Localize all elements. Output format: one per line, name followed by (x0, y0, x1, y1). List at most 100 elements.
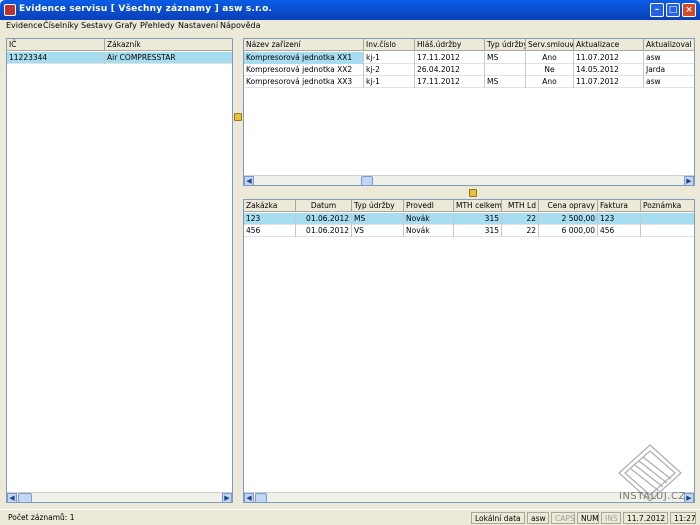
cell-provedl: Novák (404, 213, 454, 225)
cell-datum: 01.06.2012 (296, 225, 352, 237)
cell-inv: kj-1 (364, 52, 415, 64)
cell-aktualizoval: asw (646, 53, 661, 62)
col-aktualizoval[interactable]: Aktualizoval (644, 39, 694, 51)
status-bar: Počet záznamů: 1 Lokální data asw CAPS N… (0, 509, 700, 525)
cell-cena: 2 500,00 (539, 213, 598, 225)
customers-hscroll[interactable]: ◀ ▶ (7, 492, 232, 502)
title-bar[interactable]: Evidence servisu [ Všechny záznamy ] asw… (0, 0, 700, 20)
orders-header: Zakázka Datum Typ údržby Provedl MTH cel… (244, 200, 694, 212)
cell-mth-celkem: 315 (454, 225, 502, 237)
watermark-text: INSTALUJ.CZ (619, 491, 686, 502)
col-mth-celkem[interactable]: MTH celkem (454, 200, 502, 212)
cell-nazev: Kompresorová jednotka XX2 (244, 64, 364, 76)
status-record-count: Počet záznamů: 1 (8, 513, 75, 522)
cell-typ: MS (352, 213, 404, 225)
col-aktualizace[interactable]: Aktualizace (574, 39, 644, 51)
device-row[interactable]: Kompresorová jednotka XX2 kj-2 26.04.201… (244, 64, 694, 76)
col-poznamka[interactable]: Poznámka (641, 200, 694, 212)
cell-smlouva: Ano (526, 76, 574, 88)
scroll-thumb[interactable] (255, 493, 267, 502)
cell-faktura: 123 (598, 213, 641, 225)
status-ins: INS (601, 512, 621, 524)
customers-header: IČ Zákazník (7, 39, 232, 51)
col-inv-cislo[interactable]: Inv.číslo (364, 39, 415, 51)
cell-cena: 6 000,00 (539, 225, 598, 237)
col-faktura[interactable]: Faktura (598, 200, 641, 212)
devices-hscroll[interactable]: ◀ ▶ (244, 175, 694, 185)
minimize-button[interactable]: – (650, 3, 664, 17)
scroll-left-icon[interactable]: ◀ (244, 176, 254, 185)
col-nazev-zarizeni[interactable]: Název zařízení (244, 39, 364, 51)
cell-typ: MS (485, 52, 526, 64)
cell-nazev: Kompresorová jednotka XX1 (244, 52, 364, 64)
cell-aktualizace: 11.07.2012 (574, 76, 644, 88)
cell-ic: 11223344 (7, 52, 105, 64)
col-zakaznik[interactable]: Zákazník (105, 39, 232, 51)
cell-hlas: 17.11.2012 (415, 52, 485, 64)
status-user: asw (527, 512, 549, 524)
cell-datum: 01.06.2012 (296, 213, 352, 225)
menu-nastaveni[interactable]: Nastavení (178, 21, 218, 30)
scroll-left-icon[interactable]: ◀ (244, 493, 254, 502)
col-mth-ld[interactable]: MTH Ld (502, 200, 539, 212)
col-cena-opravy[interactable]: Cena opravy (539, 200, 598, 212)
cell-typ: VS (352, 225, 404, 237)
device-row[interactable]: Kompresorová jednotka XX3 kj-1 17.11.201… (244, 76, 694, 88)
col-typ-udrzby[interactable]: Typ údržby (352, 200, 404, 212)
cell-provedl: Novák (404, 225, 454, 237)
col-datum[interactable]: Datum (296, 200, 352, 212)
customers-grid[interactable]: IČ Zákazník 11223344 Air COMPRESSTAR ◀ ▶ (6, 38, 233, 503)
order-row[interactable]: 123 01.06.2012 MS Novák 315 22 2 500,00 … (244, 213, 694, 225)
devices-grid[interactable]: Název zařízení Inv.číslo Hláš.údržby Typ… (243, 38, 695, 186)
cell-inv: kj-2 (364, 64, 415, 76)
device-row[interactable]: Kompresorová jednotka XX1 kj-1 17.11.201… (244, 52, 694, 64)
cell-smlouva: Ano (526, 52, 574, 64)
scroll-left-icon[interactable]: ◀ (7, 493, 17, 502)
cell-zakaznik: Air COMPRESSTAR (107, 53, 176, 62)
menu-sestavy[interactable]: Sestavy (81, 21, 113, 30)
cell-aktualizace: 14.05.2012 (574, 64, 644, 76)
cell-hlas: 26.04.2012 (415, 64, 485, 76)
cell-zakazka: 123 (244, 213, 296, 225)
col-serv-smlouva[interactable]: Serv.smlouva (526, 39, 574, 51)
status-date: 11.7.2012 (623, 512, 668, 524)
cell-poznamka (641, 213, 694, 225)
cell-inv: kj-1 (364, 76, 415, 88)
cell-poznamka (641, 225, 694, 237)
cell-mth-ld: 22 (502, 213, 539, 225)
close-button[interactable]: × (682, 3, 696, 17)
scroll-right-icon[interactable]: ▶ (684, 176, 694, 185)
scroll-thumb[interactable] (361, 176, 373, 185)
menu-evidence[interactable]: Evidence (6, 21, 42, 30)
col-typ-udrzby[interactable]: Typ údržby (485, 39, 526, 51)
maximize-button[interactable]: □ (666, 3, 680, 17)
col-ic[interactable]: IČ (7, 39, 105, 51)
cell-hlas: 17.11.2012 (415, 76, 485, 88)
devices-header: Název zařízení Inv.číslo Hláš.údržby Typ… (244, 39, 694, 51)
splitter-lock-icon[interactable] (469, 189, 477, 197)
app-icon (4, 4, 16, 16)
menu-napoveda[interactable]: Nápověda (220, 21, 261, 30)
menu-ciselniky[interactable]: Číselníky (43, 21, 79, 30)
status-data-source: Lokální data (471, 512, 525, 524)
menu-bar: Evidence Číselníky Sestavy Grafy Přehled… (0, 20, 700, 34)
scroll-thumb[interactable] (18, 493, 32, 502)
col-zakazka[interactable]: Zakázka (244, 200, 296, 212)
cell-typ: MS (485, 76, 526, 88)
splitter-lock-icon[interactable] (234, 113, 242, 121)
cell-mth-celkem: 315 (454, 213, 502, 225)
cell-faktura: 456 (598, 225, 641, 237)
col-hlas-udrzby[interactable]: Hláš.údržby (415, 39, 485, 51)
order-row[interactable]: 456 01.06.2012 VS Novák 315 22 6 000,00 … (244, 225, 694, 237)
menu-prehledy[interactable]: Přehledy (140, 21, 175, 30)
menu-grafy[interactable]: Grafy (115, 21, 137, 30)
cell-aktualizace: 11.07.2012 (574, 52, 644, 64)
col-provedl[interactable]: Provedl (404, 200, 454, 212)
customer-row[interactable]: 11223344 Air COMPRESSTAR (7, 52, 232, 64)
cell-zakazka: 456 (244, 225, 296, 237)
scroll-right-icon[interactable]: ▶ (222, 493, 232, 502)
cell-aktualizoval: Jarda (646, 65, 666, 74)
cell-nazev: Kompresorová jednotka XX3 (244, 76, 364, 88)
cell-typ (485, 64, 526, 76)
status-caps: CAPS (551, 512, 575, 524)
